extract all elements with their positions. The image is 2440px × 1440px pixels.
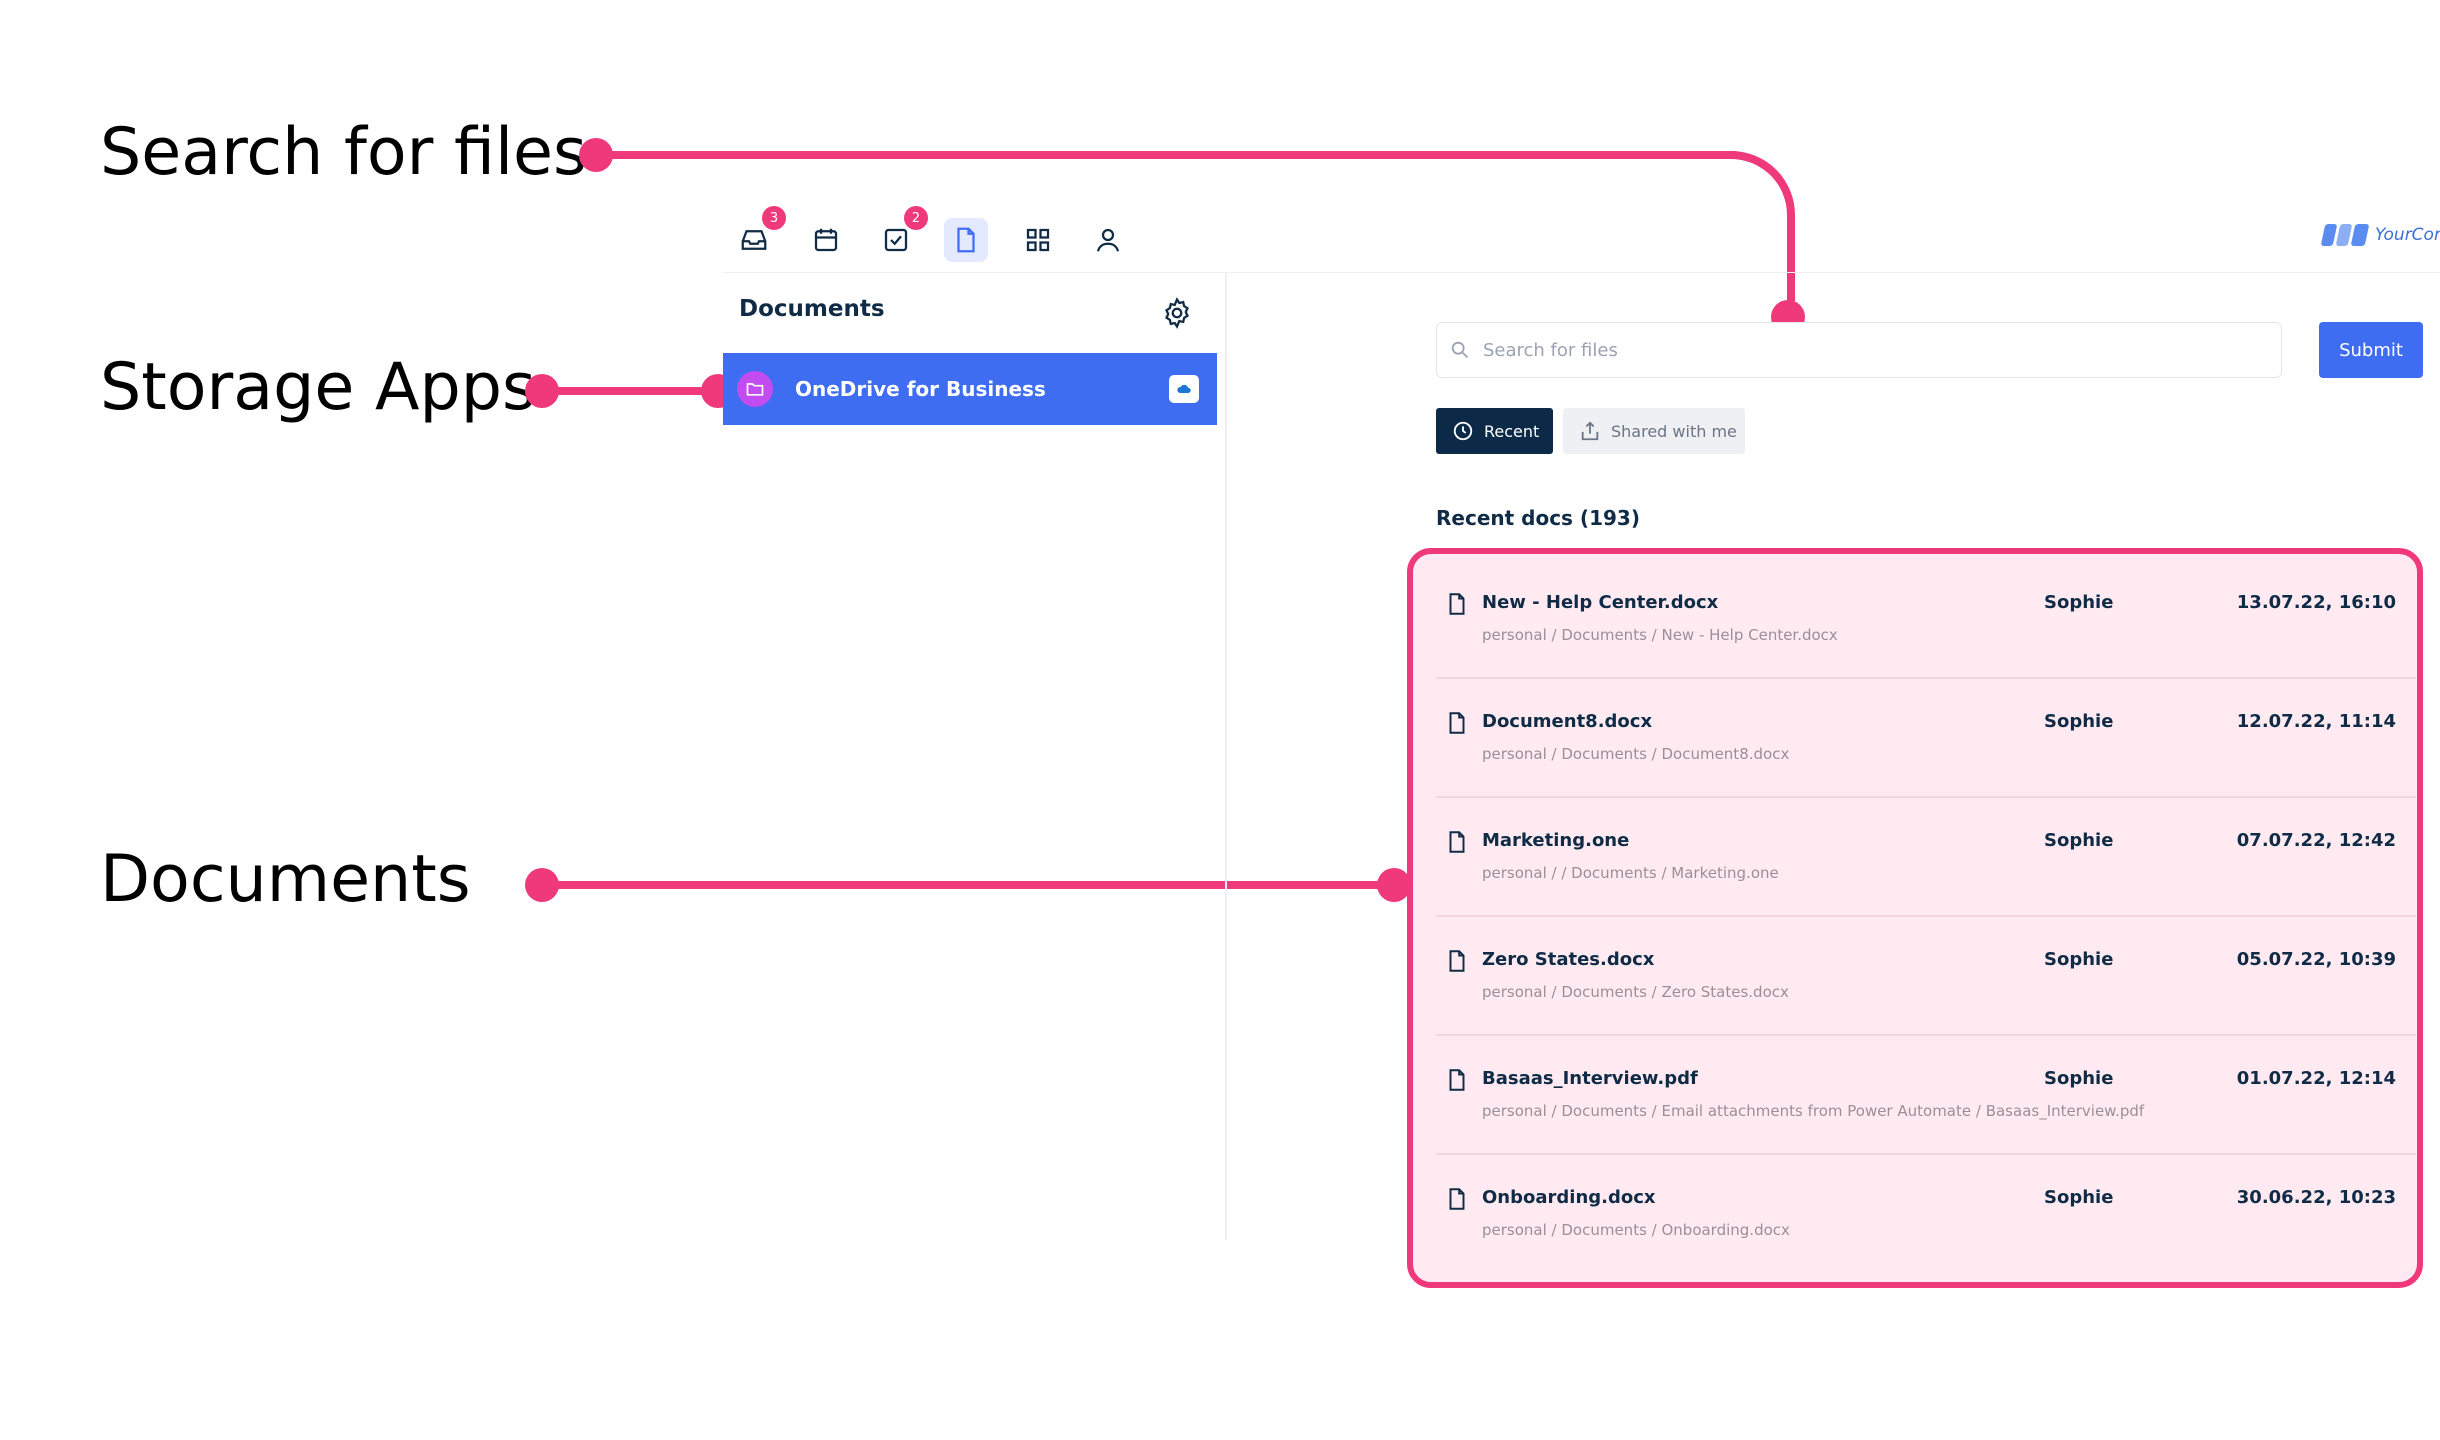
annotation-storage-line — [542, 387, 718, 395]
row-divider — [1436, 915, 2416, 917]
file-icon — [1449, 831, 1465, 853]
annotation-search-line — [596, 151, 1736, 159]
sidebar-item-label: OneDrive for Business — [795, 377, 1046, 401]
document-date: 07.07.22, 12:42 — [2236, 830, 2396, 851]
sidebar-divider — [1225, 273, 1227, 1240]
document-owner: Sophie — [2044, 1068, 2114, 1089]
search-box[interactable] — [1436, 322, 2282, 378]
onedrive-cloud-icon — [1169, 375, 1199, 403]
annotation-storage-dot-start — [525, 374, 559, 408]
table-row[interactable]: Marketing.one personal / / Documents / Ma… — [1436, 800, 2416, 918]
row-divider — [1436, 677, 2416, 679]
topbar-divider — [723, 272, 2440, 273]
sidebar-title: Documents — [739, 296, 885, 322]
annotation-search-dot-start — [579, 138, 613, 172]
clock-icon — [1453, 421, 1473, 441]
document-name[interactable]: New - Help Center.docx — [1482, 592, 1718, 613]
document-owner: Sophie — [2044, 592, 2114, 613]
document-name[interactable]: Onboarding.docx — [1482, 1187, 1656, 1208]
document-date: 05.07.22, 10:39 — [2236, 949, 2396, 970]
file-icon — [1449, 1069, 1465, 1091]
user-icon[interactable] — [1086, 218, 1130, 262]
search-icon — [1451, 341, 1468, 358]
row-divider — [1436, 1153, 2416, 1155]
table-row[interactable]: Basaas_Interview.pdf personal / Documents… — [1436, 1038, 2416, 1156]
inbox-icon[interactable]: 3 — [732, 206, 786, 262]
share-icon — [1581, 421, 1599, 441]
tab-recent[interactable]: Recent — [1436, 408, 1553, 454]
search-input[interactable] — [1481, 338, 2245, 362]
document-name[interactable]: Zero States.docx — [1482, 949, 1654, 970]
document-owner: Sophie — [2044, 1187, 2114, 1208]
document-name[interactable]: Marketing.one — [1482, 830, 1629, 851]
documents-icon[interactable] — [944, 218, 988, 262]
tab-recent-label: Recent — [1484, 421, 1540, 441]
document-date: 13.07.22, 16:10 — [2236, 592, 2396, 613]
document-owner: Sophie — [2044, 949, 2114, 970]
document-date: 12.07.22, 11:14 — [2236, 711, 2396, 732]
document-path: personal / Documents / New - Help Center… — [1482, 626, 1838, 644]
tasks-badge: 2 — [904, 206, 928, 230]
annotation-documents-label: Documents — [100, 842, 471, 917]
document-date: 01.07.22, 12:14 — [2236, 1068, 2396, 1089]
table-row[interactable]: Onboarding.docx personal / Documents / On… — [1436, 1157, 2416, 1275]
annotation-search-curve — [1680, 151, 1795, 301]
document-date: 30.06.22, 10:23 — [2236, 1187, 2396, 1208]
table-row[interactable]: New - Help Center.docx personal / Documen… — [1436, 562, 2416, 680]
inbox-badge: 3 — [762, 206, 786, 230]
file-icon — [1449, 712, 1465, 734]
file-icon — [1449, 593, 1465, 615]
table-row[interactable]: Document8.docx personal / Documents / Doc… — [1436, 681, 2416, 799]
document-path: personal / Documents / Email attachments… — [1482, 1102, 2145, 1120]
annotation-storage-label: Storage Apps — [100, 350, 536, 425]
logo-text: YourCom — [2375, 225, 2440, 245]
document-owner: Sophie — [2044, 830, 2114, 851]
document-path: personal / Documents / Document8.docx — [1482, 745, 1790, 763]
apps-grid-icon[interactable] — [1016, 218, 1060, 262]
logo-mark-icon — [2320, 224, 2370, 246]
annotation-documents-line — [542, 881, 1392, 889]
tasks-icon[interactable]: 2 — [874, 206, 928, 262]
document-name[interactable]: Basaas_Interview.pdf — [1482, 1068, 1698, 1089]
submit-button[interactable]: Submit — [2319, 322, 2423, 378]
annotation-documents-dot-start — [525, 868, 559, 902]
annotation-search-label: Search for files — [100, 115, 587, 190]
table-row[interactable]: Zero States.docx personal / Documents / Z… — [1436, 919, 2416, 1037]
page: Search for files Storage Apps Documents … — [0, 0, 2440, 1440]
sidebar-item-onedrive[interactable]: OneDrive for Business — [723, 353, 1217, 425]
document-path: personal / Documents / Zero States.docx — [1482, 983, 1789, 1001]
row-divider — [1436, 1034, 2416, 1036]
file-icon — [1449, 950, 1465, 972]
document-path: personal / / Documents / Marketing.one — [1482, 864, 1779, 882]
row-divider — [1436, 796, 2416, 798]
document-owner: Sophie — [2044, 711, 2114, 732]
calendar-icon[interactable] — [804, 218, 848, 262]
recent-docs-title: Recent docs (193) — [1436, 506, 1640, 530]
file-icon — [1449, 1188, 1465, 1210]
gear-icon[interactable] — [1160, 296, 1194, 330]
tab-shared-label: Shared with me — [1611, 421, 1737, 441]
document-path: personal / Documents / Onboarding.docx — [1482, 1221, 1790, 1239]
company-logo: YourCom — [2320, 224, 2440, 246]
annotation-documents-dot-end — [1377, 868, 1411, 902]
folder-icon — [737, 371, 773, 407]
document-name[interactable]: Document8.docx — [1482, 711, 1652, 732]
tab-shared[interactable]: Shared with me — [1563, 408, 1745, 454]
